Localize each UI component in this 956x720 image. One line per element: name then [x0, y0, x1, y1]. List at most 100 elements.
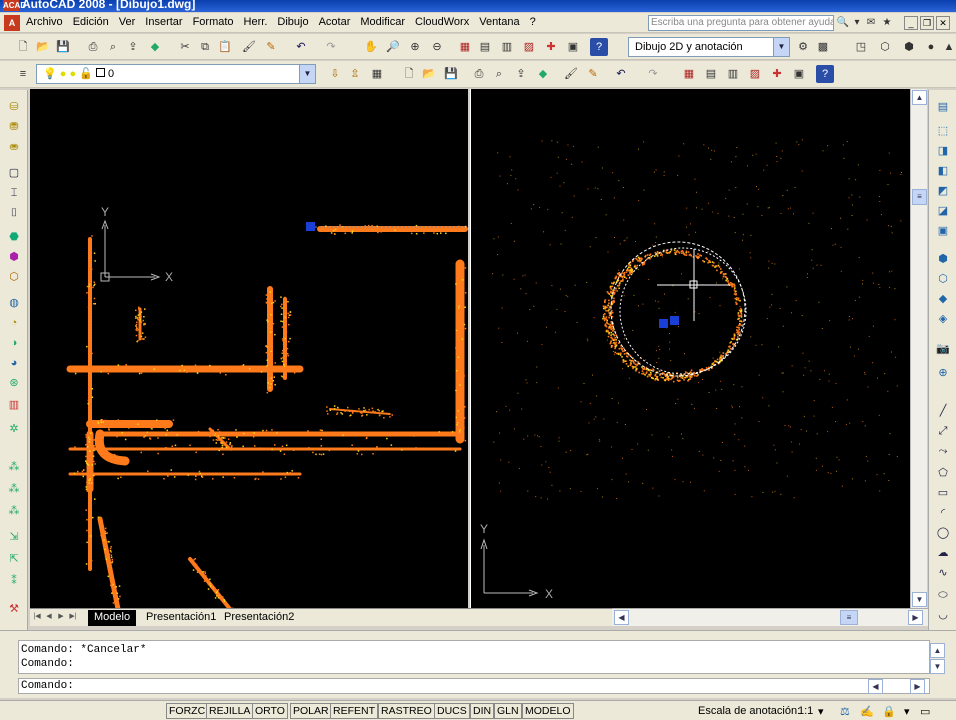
new-icon[interactable]: 🗋 — [14, 38, 32, 56]
save-icon[interactable]: 💾 — [442, 65, 460, 83]
unhide-regions-icon[interactable]: ◕ — [5, 354, 23, 372]
tab-modelo[interactable]: Modelo — [88, 610, 137, 626]
layer-properties-icon[interactable]: ≡ — [14, 65, 32, 83]
sheet-set-icon[interactable]: ▨ — [746, 65, 764, 83]
hide-regions-icon[interactable]: ◔ — [5, 314, 23, 332]
tool-palettes-icon[interactable]: ▥ — [724, 65, 742, 83]
3d-sphere-icon[interactable]: ● — [922, 38, 940, 56]
scroll-left-icon[interactable]: ◀ — [614, 610, 629, 625]
color-map-icon[interactable]: ▥ — [5, 396, 23, 414]
workspace-select[interactable]: Dibujo 2D y anotación ▼ — [628, 37, 790, 57]
sweep-icon[interactable]: ◆ — [934, 290, 952, 308]
layer-previous-icon[interactable]: ⇫ — [346, 65, 364, 83]
prev-tab-icon[interactable]: ◀ — [44, 611, 54, 623]
block-editor-icon[interactable]: ✎ — [584, 65, 602, 83]
help-icon[interactable]: ? — [590, 38, 608, 56]
globe-icon[interactable]: ◍ — [5, 294, 23, 312]
limit-box-icon[interactable]: ▢ — [5, 164, 23, 182]
chevron-down-icon[interactable]: ▼ — [773, 38, 789, 56]
help-search-input[interactable]: Escriba una pregunta para obtener ayuda — [648, 15, 834, 31]
autocad-logo-icon[interactable]: A — [4, 15, 20, 31]
fit-elbow-icon[interactable]: ⬢ — [5, 248, 23, 266]
annotation-visibility-icon[interactable]: ⚖ — [840, 705, 850, 718]
toggle-ducs[interactable]: DUCS — [434, 703, 470, 719]
tab-presentacion2[interactable]: Presentación2 — [218, 610, 300, 626]
section-icon[interactable]: ⌷ — [5, 204, 23, 222]
rectangle-icon[interactable]: ▭ — [934, 484, 952, 502]
cloud-tool-4-icon[interactable]: ⁑ — [5, 572, 23, 590]
redo-icon[interactable]: ↷ — [644, 65, 662, 83]
torus-solid-icon[interactable]: ▣ — [934, 222, 952, 240]
plot-icon[interactable]: ⎙ — [84, 38, 102, 56]
workspace-settings-icon[interactable]: ⚙ — [794, 38, 812, 56]
scroll-down-icon[interactable]: ▼ — [930, 659, 945, 674]
dashboard-icon[interactable]: ◳ — [852, 38, 870, 56]
menu-herr[interactable]: Herr. — [244, 16, 274, 28]
cloud-tool-5-icon[interactable]: ⚒ — [5, 600, 23, 618]
3d-dwf-icon[interactable]: ◆ — [534, 65, 552, 83]
open-icon[interactable]: 📂 — [34, 38, 52, 56]
toggle-din[interactable]: DIN — [470, 703, 495, 719]
markup-icon[interactable]: ✚ — [542, 38, 560, 56]
scroll-up-icon[interactable]: ▲ — [912, 90, 927, 105]
workspace-save-icon[interactable]: ▩ — [814, 38, 832, 56]
publish-icon[interactable]: ⇪ — [512, 65, 530, 83]
toggle-polar[interactable]: POLAR — [290, 703, 332, 719]
copy-icon[interactable]: ⧉ — [196, 38, 214, 56]
cloud-layers-icon[interactable]: ⛂ — [5, 138, 23, 156]
menu-modificar[interactable]: Modificar — [360, 16, 411, 28]
horizontal-scrollbar[interactable]: ◀ ≡ ▶ — [612, 608, 928, 626]
search-dropdown-icon[interactable]: ▾ — [850, 16, 864, 30]
menu-archivo[interactable]: Archivo — [26, 16, 69, 28]
menu-help[interactable]: ? — [530, 16, 542, 28]
cloud-import-icon[interactable]: ⇱ — [5, 550, 23, 568]
calculator-icon[interactable]: ▣ — [790, 65, 808, 83]
scroll-up-icon[interactable]: ▲ — [930, 643, 945, 658]
pan-icon[interactable]: ✋ — [362, 38, 380, 56]
zoom-previous-icon[interactable]: ⊖ — [428, 38, 446, 56]
search-icon[interactable]: 🔍 — [836, 16, 850, 30]
menu-acotar[interactable]: Acotar — [319, 16, 357, 28]
match-properties-icon[interactable]: 🖌 — [562, 65, 580, 83]
minimize-doc-button[interactable]: _ — [904, 16, 918, 30]
3d-cube-icon[interactable]: ⬢ — [900, 38, 918, 56]
toggle-modelo[interactable]: MODELO — [522, 703, 574, 719]
viewport-right[interactable]: X Y — [470, 89, 910, 608]
line-icon[interactable]: ╱ — [934, 402, 952, 420]
block-editor-icon[interactable]: ✎ — [262, 38, 280, 56]
undo-icon[interactable]: ↶ — [612, 65, 630, 83]
camera-icon[interactable]: 📷 — [934, 340, 952, 358]
ellipse-arc-icon[interactable]: ◡ — [934, 606, 952, 624]
lock-icon[interactable]: 🔒 — [882, 705, 896, 718]
3d-dwf-icon[interactable]: ◆ — [146, 38, 164, 56]
cloud-settings-icon[interactable]: ✲ — [5, 420, 23, 438]
3d-box-icon[interactable]: ⬡ — [876, 38, 894, 56]
scroll-left-icon[interactable]: ◀ — [868, 679, 883, 694]
cone-solid-icon[interactable]: ◩ — [934, 182, 952, 200]
make-layer-current-icon[interactable]: ⇩ — [326, 65, 344, 83]
layer-states-icon[interactable]: ▦ — [368, 65, 386, 83]
scroll-right-icon[interactable]: ▶ — [908, 610, 923, 625]
markup-icon[interactable]: ✚ — [768, 65, 786, 83]
cloud-database-icon[interactable]: ⛃ — [5, 118, 23, 136]
fit-steel-icon[interactable]: ⬡ — [5, 268, 23, 286]
menu-formato[interactable]: Formato — [193, 16, 240, 28]
restore-doc-button[interactable]: ❐ — [920, 16, 934, 30]
plot-icon[interactable]: ⎙ — [470, 65, 488, 83]
zoom-realtime-icon[interactable]: 🔎 — [384, 38, 402, 56]
point-tool-1-icon[interactable]: ⁂ — [5, 458, 23, 476]
slice-icon[interactable]: ⌶ — [5, 184, 23, 202]
polyline-3d-icon[interactable]: ⤳ — [934, 442, 952, 460]
menu-edicion[interactable]: Edición — [73, 16, 115, 28]
publish-icon[interactable]: ⇪ — [124, 38, 142, 56]
open-cloud-icon[interactable]: ⛁ — [5, 98, 23, 116]
revolve-icon[interactable]: ⬡ — [934, 270, 952, 288]
design-center-icon[interactable]: ▤ — [702, 65, 720, 83]
favorites-icon[interactable]: ★ — [880, 16, 894, 30]
box-icon[interactable]: ⬚ — [934, 122, 952, 140]
cut-icon[interactable]: ✂ — [176, 38, 194, 56]
point-tool-2-icon[interactable]: ⁂ — [5, 480, 23, 498]
grip-marker[interactable] — [659, 319, 668, 328]
toggle-gln[interactable]: GLN — [494, 703, 522, 719]
redo-icon[interactable]: ↷ — [322, 38, 340, 56]
